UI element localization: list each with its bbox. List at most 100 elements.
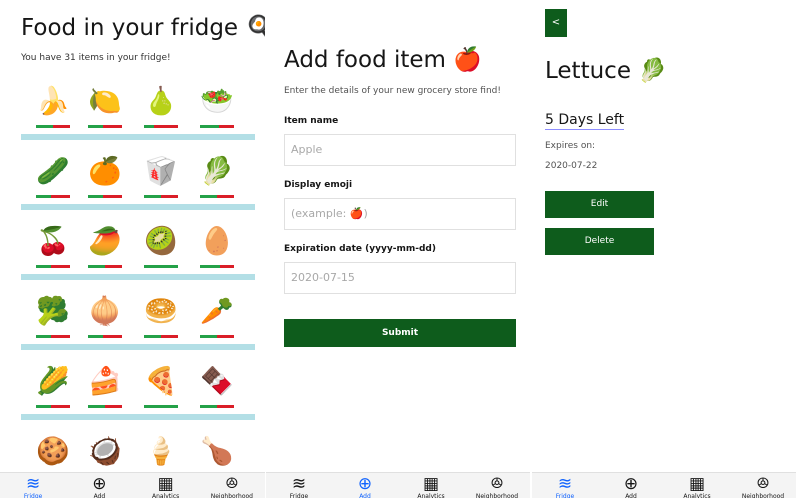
item-name-input[interactable]: Apple [284,134,516,166]
food-emoji: 🌽 [36,366,70,397]
tab-neighborhood[interactable]: ꔮ Neighborhood [464,473,530,498]
freshness-fill [88,125,104,128]
freshness-fill [200,405,217,408]
freshness-fill [88,405,105,408]
tab-analytics[interactable]: ▦ Analytics [398,473,464,498]
shelf-bar [21,204,255,210]
bottom-tab-bar: ≋ Fridge ⊕ Add ▦ Analytics ꔮ Neighborhood [532,472,796,498]
tab-label: Fridge [555,493,575,498]
tab-fridge[interactable]: ≋ Fridge [0,473,66,498]
food-item[interactable]: 🥒 [33,154,73,204]
food-item[interactable]: 🥡 [141,154,181,204]
food-item[interactable]: 🍐 [141,84,181,134]
tab-neighborhood[interactable]: ꔮ Neighborhood [730,473,796,498]
tab-label: Neighborhood [210,493,253,498]
freshness-meter [200,405,234,408]
freshness-meter [36,195,70,198]
freshness-fill [200,195,217,198]
freshness-fill [144,195,161,198]
edit-button[interactable]: Edit [545,191,654,218]
food-emoji: 🍫 [200,366,234,397]
freshness-meter [144,265,178,268]
freshness-meter [88,195,122,198]
freshness-meter [144,405,178,408]
back-button[interactable]: < [545,9,567,37]
food-emoji: 🍐 [144,86,178,117]
tab-fridge[interactable]: ≋ Fridge [532,473,598,498]
add-circle-icon: ⊕ [357,474,373,494]
tab-label: Neighborhood [475,493,519,498]
freshness-fill [88,265,105,268]
food-item[interactable]: 🍰 [85,364,125,414]
freshness-meter [88,335,122,338]
food-emoji: 🥭 [88,226,122,257]
expires-date: 2020-07-22 [545,161,598,171]
food-item[interactable]: 🍊 [85,154,125,204]
food-item[interactable]: 🥚 [197,224,237,274]
delete-button[interactable]: Delete [545,228,654,255]
freshness-meter [36,335,70,338]
fridge-screen: Food in your fridge 🍳 You have 31 items … [0,0,265,498]
freshness-meter [200,335,234,338]
tab-label: Add [625,493,637,498]
food-item[interactable]: 🥝 [141,224,181,274]
tab-add[interactable]: ⊕ Add [66,473,132,498]
freshness-fill [200,125,219,128]
fridge-shelf: 🌽 🍰 🍕 🍫 [21,364,255,420]
tab-label: Analytics [417,493,445,498]
tab-add[interactable]: ⊕ Add [598,473,664,498]
food-item[interactable]: 🧅 [85,294,125,344]
add-circle-icon: ⊕ [92,474,107,494]
shelf-bar [21,344,255,350]
shelf-bar [21,134,255,140]
submit-button[interactable]: Submit [284,319,516,347]
freshness-fill [36,195,52,198]
tab-add[interactable]: ⊕ Add [332,473,398,498]
tab-label: Fridge [23,493,43,498]
food-item[interactable]: 🍒 [33,224,73,274]
people-icon: ꔮ [225,474,239,494]
tab-analytics[interactable]: ▦ Analytics [664,473,730,498]
freshness-meter [144,195,178,198]
freshness-meter [36,125,70,128]
display-emoji-input[interactable]: (example: 🍎) [284,198,516,230]
food-emoji: 🍒 [36,226,70,257]
food-item[interactable]: 🥗 [197,84,237,134]
tab-label: Analytics [683,493,711,498]
food-item[interactable]: 🌽 [33,364,73,414]
freshness-fill [200,335,217,338]
tab-analytics[interactable]: ▦ Analytics [133,473,199,498]
freshness-meter [36,265,70,268]
food-item[interactable]: 🥕 [197,294,237,344]
food-item[interactable]: 🍌 [33,84,73,134]
freshness-meter [36,405,70,408]
tab-label: Fridge [289,493,309,498]
freshness-fill [144,265,178,268]
food-item[interactable]: 🍋 [85,84,125,134]
food-item[interactable]: 🍫 [197,364,237,414]
freshness-fill [88,335,104,338]
shelf-bar [21,274,255,280]
wind-icon: ≋ [291,474,307,494]
page-title: Add food item 🍎 [284,47,482,73]
bottom-tab-bar: ≋ Fridge ⊕ Add ▦ Analytics ꔮ Neighborhood [0,472,265,498]
food-item[interactable]: 🍕 [141,364,181,414]
tab-neighborhood[interactable]: ꔮ Neighborhood [199,473,265,498]
item-count-text: You have 31 items in your fridge! [21,53,171,63]
food-item[interactable]: 🥯 [141,294,181,344]
food-item[interactable]: 🥭 [85,224,125,274]
freshness-fill [36,405,52,408]
page-title: Food in your fridge 🍳 [21,15,265,41]
tab-fridge[interactable]: ≋ Fridge [266,473,332,498]
food-emoji: 🥒 [36,156,70,187]
food-item[interactable]: 🥦 [33,294,73,344]
bottom-tab-bar: ≋ Fridge ⊕ Add ▦ Analytics ꔮ Neighborhood [266,472,530,498]
wind-icon: ≋ [26,474,41,494]
food-emoji: 🍌 [36,86,70,117]
food-emoji: 🥡 [144,156,178,187]
activity-calendar-icon: ▦ [422,474,440,494]
freshness-fill [144,335,161,338]
shelf-bar [21,414,255,420]
food-item[interactable]: 🥬 [197,154,237,204]
expiration-date-input[interactable]: 2020-07-15 [284,262,516,294]
